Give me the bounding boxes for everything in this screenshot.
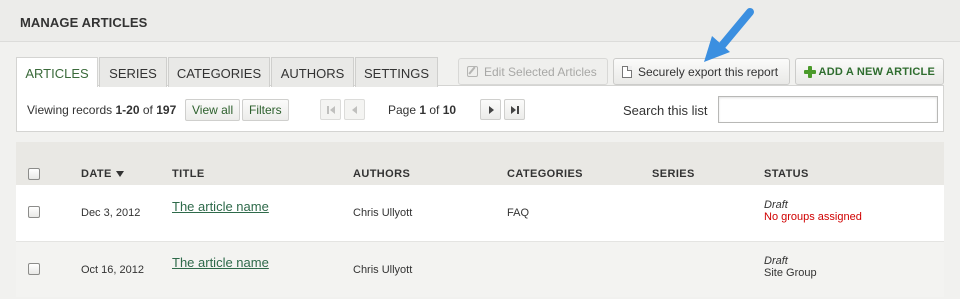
- search-input[interactable]: [718, 96, 938, 123]
- row-status: Draft Site Group: [764, 255, 817, 279]
- search-label: Search this list: [623, 103, 708, 118]
- first-page-icon: [327, 106, 329, 114]
- tab-series[interactable]: SERIES: [99, 57, 167, 87]
- tab-categories[interactable]: CATEGORIES: [168, 57, 270, 87]
- select-all-checkbox[interactable]: [28, 168, 40, 180]
- column-categories[interactable]: CATEGORIES: [507, 168, 583, 180]
- column-series[interactable]: SERIES: [652, 168, 695, 180]
- edit-icon: [467, 66, 478, 77]
- tab-articles[interactable]: ARTICLES: [16, 57, 98, 87]
- status-draft: Draft: [764, 199, 788, 211]
- add-article-label: ADD A NEW ARTICLE: [818, 65, 935, 78]
- column-date[interactable]: DATE: [81, 168, 124, 180]
- row-checkbox[interactable]: [28, 206, 40, 218]
- last-page-icon: [511, 106, 516, 114]
- articles-table: DATE TITLE AUTHORS CATEGORIES SERIES STA…: [16, 142, 944, 299]
- chevron-right-icon: [489, 106, 494, 114]
- article-title-link[interactable]: The article name: [172, 255, 269, 270]
- table-row: Oct 16, 2012 The article name Chris Ully…: [16, 241, 944, 297]
- status-warning: No groups assigned: [764, 211, 862, 223]
- edit-selected-articles-button[interactable]: Edit Selected Articles: [458, 58, 608, 85]
- row-authors: Chris Ullyott: [353, 264, 413, 276]
- view-all-button[interactable]: View all: [185, 99, 241, 121]
- total-pages: 10: [442, 103, 457, 117]
- sort-down-icon: [115, 171, 124, 177]
- next-page-button[interactable]: [480, 99, 501, 120]
- records-summary: Viewing records 1-20 of 197: [27, 103, 177, 117]
- tab-settings[interactable]: SETTINGS: [355, 57, 438, 87]
- last-page-button[interactable]: [504, 99, 525, 120]
- document-icon: [622, 65, 632, 78]
- records-total: 197: [156, 103, 177, 117]
- row-date: Oct 16, 2012: [81, 264, 144, 276]
- status-group: Site Group: [764, 267, 817, 279]
- previous-page-button[interactable]: [344, 99, 365, 120]
- row-checkbox[interactable]: [28, 263, 40, 275]
- plus-icon: [804, 65, 816, 78]
- row-date: Dec 3, 2012: [81, 207, 141, 219]
- filters-button[interactable]: Filters: [242, 99, 289, 121]
- column-title[interactable]: TITLE: [172, 168, 205, 180]
- row-authors: Chris Ullyott: [353, 207, 413, 219]
- table-header: DATE TITLE AUTHORS CATEGORIES SERIES STA…: [16, 142, 944, 185]
- edit-selected-label: Edit Selected Articles: [484, 64, 597, 79]
- page-header: MANAGE ARTICLES: [0, 0, 960, 42]
- tab-authors[interactable]: AUTHORS: [271, 57, 354, 87]
- status-draft: Draft: [764, 255, 788, 267]
- column-authors[interactable]: AUTHORS: [353, 168, 410, 180]
- table-row: Dec 3, 2012 The article name Chris Ullyo…: [16, 185, 944, 241]
- callout-arrow-icon: [704, 8, 754, 62]
- chevron-left-icon: [352, 106, 357, 114]
- page-title: MANAGE ARTICLES: [20, 15, 148, 30]
- row-status: Draft No groups assigned: [764, 199, 862, 223]
- add-article-button[interactable]: ADD A NEW ARTICLE: [795, 58, 944, 85]
- first-page-button[interactable]: [320, 99, 341, 120]
- page-indicator: Page 1 of 10: [388, 103, 457, 117]
- column-status[interactable]: STATUS: [764, 168, 809, 180]
- article-title-link[interactable]: The article name: [172, 199, 269, 214]
- records-range: 1-20: [115, 103, 140, 117]
- row-categories: FAQ: [507, 207, 530, 219]
